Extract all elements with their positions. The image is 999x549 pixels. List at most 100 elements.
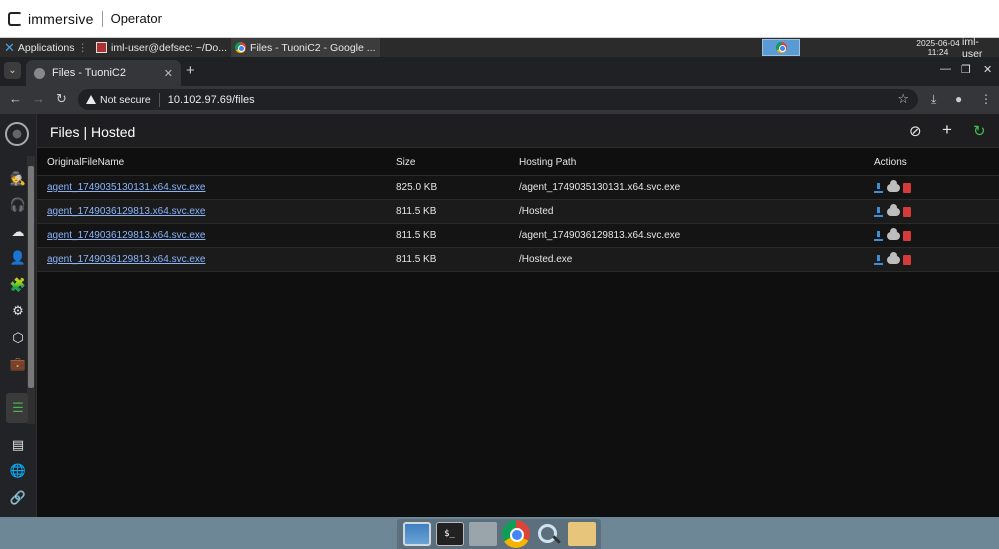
url-text[interactable]: 10.102.97.69/files (168, 94, 255, 106)
browser-tab-active[interactable]: Files - TuoniC2 ✕ (26, 60, 181, 86)
tab-favicon-icon (34, 67, 45, 79)
terminal-window-icon (96, 42, 108, 53)
column-header-hosting-path[interactable]: Hosting Path (519, 150, 576, 175)
download-icon[interactable]: ⤓ (931, 92, 936, 107)
hosting-path: /Hosted (519, 206, 554, 217)
tuoni-logo-icon[interactable] (5, 122, 29, 146)
folder-icon[interactable] (567, 522, 596, 546)
desktop-icon[interactable] (402, 522, 431, 546)
table-row: agent_1749035130131.x64.svc.exe 825.0 KB… (37, 176, 999, 200)
file-size: 811.5 KB (396, 254, 437, 265)
list-icon[interactable]: ☰ (9, 399, 27, 417)
profile-icon[interactable]: ● (955, 92, 962, 106)
file-size: 825.0 KB (396, 182, 438, 193)
desktop-panel: ✕ Applications ⋮ iml-user@defsec: ~/Do..… (0, 38, 999, 57)
trash-icon[interactable] (903, 254, 911, 265)
taskbar-window-chrome[interactable]: Files - TuoniC2 - Google ... (231, 38, 380, 57)
cloud-icon[interactable]: ☁ (9, 223, 27, 241)
table-icon[interactable]: ▤ (9, 436, 27, 454)
panel-user[interactable]: iml-user (962, 36, 999, 60)
clock-time: 11:24 (927, 47, 949, 57)
minimize-window-icon[interactable]: — (940, 63, 951, 75)
file-name-link[interactable]: agent_1749036129813.x64.svc.exe (47, 248, 205, 271)
column-header-filename[interactable]: OriginalFileName (47, 150, 124, 175)
close-window-icon[interactable]: ✕ (983, 63, 992, 76)
kebab-menu-icon[interactable]: ⋮ (980, 92, 992, 106)
globe-icon[interactable]: 🌐 (9, 462, 27, 480)
plus-icon[interactable]: + (942, 120, 952, 140)
tray-chrome-button[interactable] (762, 39, 800, 56)
download-icon[interactable] (874, 254, 883, 265)
hosting-path: /Hosted.exe (519, 254, 573, 265)
user-icon[interactable]: 👤 (9, 249, 27, 267)
home-folder-icon[interactable] (468, 522, 497, 546)
trash-icon[interactable] (903, 182, 911, 193)
gear-icon[interactable]: ⚙ (9, 302, 27, 320)
file-size: 811.5 KB (396, 230, 437, 241)
cloud-icon[interactable] (887, 203, 900, 216)
table-row: agent_1749036129813.x64.svc.exe 811.5 KB… (37, 200, 999, 224)
taskbar-window-chrome-label: Files - TuoniC2 - Google ... (250, 41, 376, 54)
hosting-path: /agent_1749035130131.x64.svc.exe (519, 182, 681, 193)
column-header-actions: Actions (874, 157, 907, 168)
column-header-size[interactable]: Size (396, 150, 415, 175)
row-actions (874, 200, 911, 223)
chevron-down-icon: ⌄ (8, 65, 17, 76)
new-tab-button[interactable]: + (186, 62, 195, 79)
header-divider (101, 10, 103, 27)
reload-icon[interactable]: ↻ (56, 91, 67, 107)
table-row: agent_1749036129813.x64.svc.exe 811.5 KB… (37, 224, 999, 248)
row-actions (874, 224, 911, 247)
security-chip[interactable]: Not secure (86, 92, 160, 107)
row-actions (874, 248, 911, 271)
file-name-link[interactable]: agent_1749035130131.x64.svc.exe (47, 176, 205, 199)
taskbar-window-terminal[interactable]: iml-user@defsec: ~/Do... (92, 38, 231, 57)
terminal-icon[interactable]: $_ (435, 522, 464, 546)
address-bar[interactable]: Not secure 10.102.97.69/files ☆ (78, 89, 918, 110)
search-icon[interactable] (535, 522, 563, 546)
file-name-link[interactable]: agent_1749036129813.x64.svc.exe (47, 200, 205, 223)
download-icon[interactable] (874, 206, 883, 217)
refresh-icon[interactable]: ↻ (973, 122, 986, 140)
table-row: agent_1749036129813.x64.svc.exe 811.5 KB… (37, 248, 999, 272)
security-label: Not secure (100, 93, 151, 106)
chrome-tray-icon (775, 42, 787, 53)
page-header (37, 114, 999, 148)
star-icon[interactable]: ☆ (897, 91, 909, 107)
download-icon[interactable] (874, 230, 883, 241)
restore-window-icon[interactable]: ❐ (961, 63, 971, 76)
tab-title: Files - TuoniC2 (52, 67, 126, 79)
briefcase-icon[interactable]: 💼 (9, 355, 27, 373)
dock: $_ (397, 519, 601, 549)
hosting-path: /agent_1749036129813.x64.svc.exe (519, 230, 681, 241)
chrome-icon[interactable] (501, 520, 530, 548)
product-name: Operator (110, 11, 162, 26)
close-tab-icon[interactable]: ✕ (164, 67, 173, 80)
headset-icon[interactable]: 🎧 (9, 196, 27, 214)
puzzle-icon[interactable]: 🧩 (9, 276, 27, 294)
chrome-window-icon (235, 42, 247, 53)
sidebar-scrollbar-thumb[interactable] (28, 166, 34, 388)
row-actions (874, 176, 911, 199)
link-icon[interactable]: 🔗 (9, 489, 27, 507)
cloud-icon[interactable] (887, 179, 900, 192)
download-icon[interactable] (874, 182, 883, 193)
trash-icon[interactable] (903, 206, 911, 217)
cloud-icon[interactable] (887, 251, 900, 264)
file-name-link[interactable]: agent_1749036129813.x64.svc.exe (47, 224, 205, 247)
tab-search-button[interactable]: ⌄ (4, 62, 21, 79)
panel-clock[interactable]: 2025-06-04 11:24 (914, 38, 962, 57)
xfce-logo-icon: ✕ (4, 39, 15, 55)
spy-icon[interactable]: 🕵 (9, 170, 27, 188)
trash-icon[interactable] (903, 230, 911, 241)
table-header-row: OriginalFileName Size Hosting Path Actio… (37, 150, 999, 176)
eye-off-icon[interactable]: ⊘ (909, 122, 922, 140)
cube-icon[interactable]: ⬡ (9, 329, 27, 347)
forward-arrow-icon[interactable]: → (32, 91, 45, 106)
applications-menu[interactable]: ✕ Applications ⋮ (0, 38, 92, 57)
taskbar-window-terminal-label: iml-user@defsec: ~/Do... (111, 41, 228, 54)
cloud-icon[interactable] (887, 227, 900, 240)
back-arrow-icon[interactable]: ← (9, 91, 22, 106)
immersive-header: immersive Operator (0, 0, 999, 38)
page-title: Files | Hosted (50, 124, 136, 140)
